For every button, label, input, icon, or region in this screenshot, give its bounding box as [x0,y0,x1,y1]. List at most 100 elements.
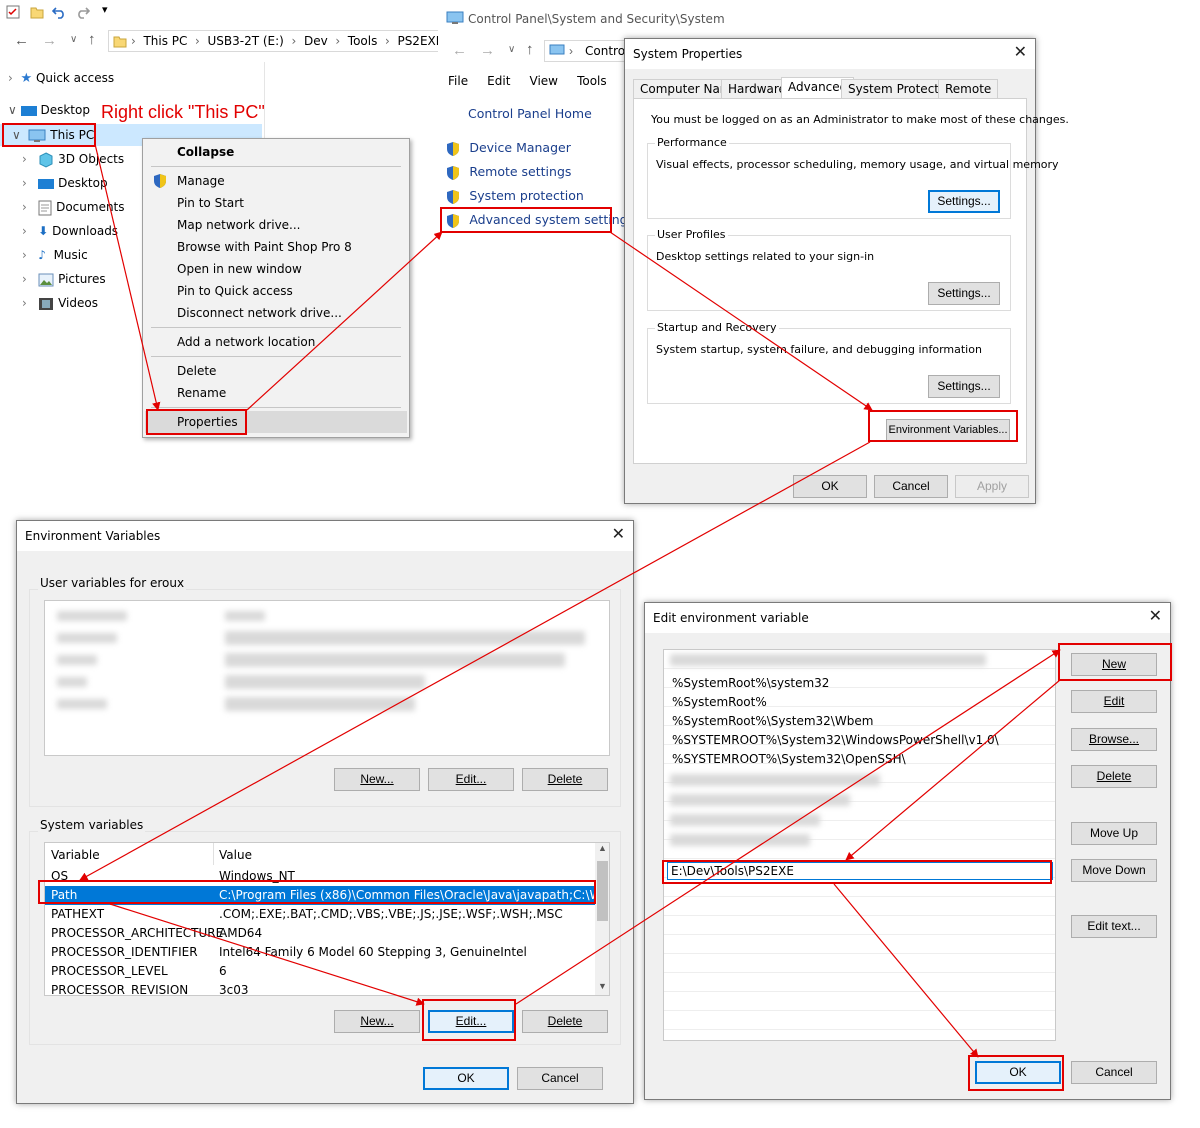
menu-item-delete[interactable]: Delete [177,360,216,382]
recent-locations-icon[interactable]: ∨ [508,44,515,55]
breadcrumb-item[interactable]: PS2EXE [397,34,443,48]
system-delete-button[interactable]: Delete [522,1010,608,1033]
tree-item-desktop-root[interactable]: ∨ Desktop [8,99,90,121]
column-header-value[interactable]: Value [219,848,252,862]
cp-link-device-manager[interactable]: Device Manager [446,140,571,157]
edit-env-cancel-button[interactable]: Cancel [1071,1061,1157,1084]
menu-view[interactable]: View [530,74,558,88]
back-icon[interactable]: ← [452,42,467,59]
column-header-variable[interactable]: Variable [51,848,100,862]
startup-settings-button[interactable]: Settings... [928,375,1000,398]
recent-locations-icon[interactable]: ∨ [70,34,77,45]
edit-env-browse-button[interactable]: Browse... [1071,728,1157,751]
profiles-settings-button[interactable]: Settings... [928,282,1000,305]
table-row[interactable]: PATHEXT .COM;.EXE;.BAT;.CMD;.VBS;.VBE;.JS… [45,905,595,924]
tree-item-downloads[interactable]: › ⬇ Downloads [22,220,118,242]
menu-item-pin-quick-access[interactable]: Pin to Quick access [177,280,293,302]
close-icon[interactable]: ✕ [1149,609,1162,625]
address-bar[interactable]: › This PC › USB3-2T (E:) › Dev › Tools ›… [108,30,443,52]
menu-item-add-network-location[interactable]: Add a network location [177,331,315,353]
menu-item-properties[interactable]: Properties [177,411,238,433]
tree-item-desktop[interactable]: › Desktop [22,172,108,194]
forward-icon[interactable]: → [480,42,495,59]
system-variables-list[interactable]: Variable Value OS Windows_NT Path C:\Progr… [44,842,610,996]
new-folder-icon[interactable] [30,5,44,19]
table-row[interactable]: OS Windows_NT [45,867,595,886]
edit-env-edit-text-button[interactable]: Edit text... [1071,915,1157,938]
menu-item-pin-start[interactable]: Pin to Start [177,192,244,214]
edit-env-move-down-button[interactable]: Move Down [1071,859,1157,882]
sysprop-cancel-button[interactable]: Cancel [874,475,948,498]
table-row[interactable]: PROCESSOR_ARCHITECTURE AMD64 [45,924,595,943]
scrollbar[interactable]: ▲ ▼ [595,843,609,995]
menu-item-open-new-window[interactable]: Open in new window [177,258,302,280]
back-icon[interactable]: ← [14,32,29,49]
tab-remote[interactable]: Remote [938,79,999,99]
edit-env-edit-button[interactable]: Edit [1071,690,1157,713]
system-new-button[interactable]: New... [334,1010,420,1033]
cp-link-remote-settings[interactable]: Remote settings [446,164,571,181]
tree-item-pictures[interactable]: › Pictures [22,268,106,290]
sysprop-ok-button[interactable]: OK [793,475,867,498]
menu-item-paint-shop[interactable]: Browse with Paint Shop Pro 8 [177,236,352,258]
user-delete-button[interactable]: Delete [522,768,608,791]
forward-icon[interactable]: → [42,32,57,49]
scroll-thumb[interactable] [597,861,608,921]
environment-variables-button[interactable]: Environment Variables... [886,419,1010,442]
customize-toolbar-icon[interactable]: ▾ [102,3,108,16]
tree-item-documents[interactable]: › Documents [22,196,125,218]
edit-env-ok-button[interactable]: OK [975,1061,1061,1084]
performance-settings-button[interactable]: Settings... [928,190,1000,213]
control-panel-home-link[interactable]: Control Panel Home [468,106,592,121]
menu-file[interactable]: File [448,74,468,88]
list-item[interactable]: %SystemRoot%\system32 [672,674,829,693]
breadcrumb-item[interactable]: Dev [304,34,328,48]
edit-env-new-button[interactable]: New [1071,653,1157,676]
tree-item-music[interactable]: › ♪ Music [22,244,88,266]
edit-env-move-up-button[interactable]: Move Up [1071,822,1157,845]
path-entries-list[interactable]: %SystemRoot%\system32 %SystemRoot% %Syst… [663,649,1056,1041]
breadcrumb-item[interactable]: USB3-2T (E:) [208,34,284,48]
breadcrumb-item[interactable]: This PC [143,34,187,48]
undo-icon[interactable] [52,5,66,19]
properties-icon[interactable] [6,5,20,19]
up-icon[interactable]: ↑ [88,31,96,48]
redo-icon[interactable] [76,5,90,19]
user-edit-button[interactable]: Edit... [428,768,514,791]
tree-item-quick-access[interactable]: › ★ Quick access [8,67,114,89]
list-item[interactable]: %SYSTEMROOT%\System32\WindowsPowerShell\… [672,731,999,750]
up-icon[interactable]: ↑ [526,41,534,58]
table-row-selected[interactable]: Path C:\Program Files (x86)\Common Files\… [45,886,609,905]
table-row[interactable]: PROCESSOR_REVISION 3c03 [45,981,595,995]
list-item[interactable]: %SystemRoot% [672,693,767,712]
cp-link-advanced-system-settings[interactable]: Advanced system settings [446,212,634,229]
cp-link-system-protection[interactable]: System protection [446,188,584,205]
list-item[interactable]: %SystemRoot%\System32\Wbem [672,712,873,731]
new-entry-field[interactable]: E:\Dev\Tools\PS2EXE [667,862,1053,880]
user-variables-list[interactable] [44,600,610,756]
breadcrumb-item[interactable]: Tools [348,34,378,48]
tree-item-videos[interactable]: › Videos [22,292,98,314]
edit-env-delete-button[interactable]: Delete [1071,765,1157,788]
menu-edit[interactable]: Edit [487,74,510,88]
menu-item-manage[interactable]: Manage [177,170,225,192]
tree-item-this-pc[interactable]: ∨ This PC [12,124,94,146]
table-row[interactable]: PROCESSOR_IDENTIFIER Intel64 Family 6 Mod… [45,943,595,962]
env-ok-button[interactable]: OK [423,1067,509,1090]
menu-item-disconnect-drive[interactable]: Disconnect network drive... [177,302,342,324]
sysprop-apply-button[interactable]: Apply [955,475,1029,498]
close-icon[interactable]: ✕ [1014,45,1027,61]
env-cancel-button[interactable]: Cancel [517,1067,603,1090]
list-item[interactable]: %SYSTEMROOT%\System32\OpenSSH\ [672,750,906,769]
scroll-up-icon[interactable]: ▲ [598,843,607,853]
system-edit-button[interactable]: Edit... [428,1010,514,1033]
menu-item-map-drive[interactable]: Map network drive... [177,214,301,236]
table-row[interactable]: PROCESSOR_LEVEL 6 [45,962,595,981]
user-new-button[interactable]: New... [334,768,420,791]
close-icon[interactable]: ✕ [612,527,625,543]
menu-tools[interactable]: Tools [577,74,607,88]
menu-item-rename[interactable]: Rename [177,382,226,404]
scroll-down-icon[interactable]: ▼ [598,981,607,991]
menu-item-collapse[interactable]: Collapse [177,141,234,163]
tree-item-3d-objects[interactable]: › 3D Objects [22,148,124,170]
